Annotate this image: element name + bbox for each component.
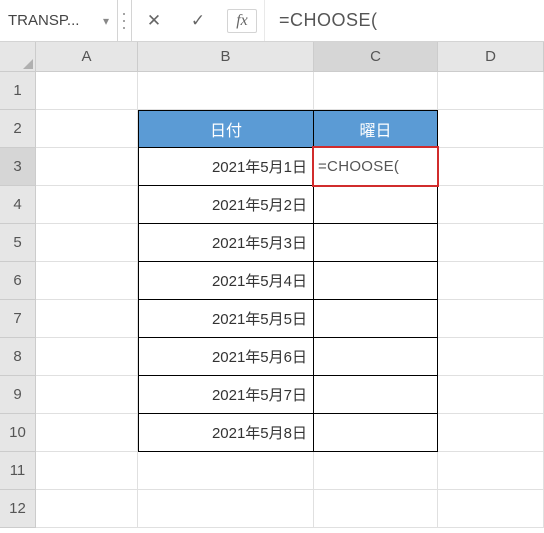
column-header-row: A B C D [0,42,544,72]
cell-editor-text: =CHOOSE( [318,158,399,175]
cell-D1[interactable] [438,72,544,110]
cell-C10[interactable] [314,414,438,452]
cancel-button[interactable]: ✕ [132,0,176,41]
cell-A9[interactable] [36,376,138,414]
cell-B6[interactable]: 2021年5月4日 [138,262,314,300]
check-icon: ✓ [191,11,205,31]
cell-editor[interactable]: =CHOOSE( [314,148,437,185]
cell-B10[interactable]: 2021年5月8日 [138,414,314,452]
cell-A3[interactable] [36,148,138,186]
spreadsheet-window: TRANSP... ▾ ✕ ✓ fx =CHOOSE( A B C D [0,0,544,533]
cell-D4[interactable] [438,186,544,224]
column-header-C[interactable]: C [314,42,438,71]
row-4: 4 2021年5月2日 [0,186,544,224]
row-header-6[interactable]: 6 [0,262,36,300]
cell-C11[interactable] [314,452,438,490]
name-box-text: TRANSP... [8,12,79,29]
formula-bar-separator [118,0,132,41]
cell-D8[interactable] [438,338,544,376]
cell-B9[interactable]: 2021年5月7日 [138,376,314,414]
select-all-corner[interactable] [0,42,36,71]
cell-B8[interactable]: 2021年5月6日 [138,338,314,376]
cell-A1[interactable] [36,72,138,110]
row-header-8[interactable]: 8 [0,338,36,376]
cell-D6[interactable] [438,262,544,300]
insert-function-button[interactable]: fx [220,0,264,41]
column-header-A[interactable]: A [36,42,138,71]
row-5: 5 2021年5月3日 [0,224,544,262]
cell-C7[interactable] [314,300,438,338]
formula-bar-row: TRANSP... ▾ ✕ ✓ fx =CHOOSE( [0,0,544,42]
cell-A6[interactable] [36,262,138,300]
row-header-9[interactable]: 9 [0,376,36,414]
row-header-2[interactable]: 2 [0,110,36,148]
cell-B4[interactable]: 2021年5月2日 [138,186,314,224]
row-header-10[interactable]: 10 [0,414,36,452]
cell-A11[interactable] [36,452,138,490]
row-9: 9 2021年5月7日 [0,376,544,414]
row-header-1[interactable]: 1 [0,72,36,110]
drag-dots-icon [123,13,127,29]
cell-D12[interactable] [438,490,544,528]
cell-D3[interactable] [438,148,544,186]
row-6: 6 2021年5月4日 [0,262,544,300]
row-1: 1 [0,72,544,110]
row-12: 12 [0,490,544,528]
row-2: 2 日付 曜日 [0,110,544,148]
cell-A7[interactable] [36,300,138,338]
cell-A2[interactable] [36,110,138,148]
cell-C6[interactable] [314,262,438,300]
formula-bar-buttons: ✕ ✓ fx [132,0,264,41]
cell-B1[interactable] [138,72,314,110]
enter-button[interactable]: ✓ [176,0,220,41]
row-header-4[interactable]: 4 [0,186,36,224]
cell-B2-header-date[interactable]: 日付 [138,110,314,148]
cell-C1[interactable] [314,72,438,110]
cell-A8[interactable] [36,338,138,376]
name-box-dropdown-icon[interactable]: ▾ [103,14,109,28]
cell-B11[interactable] [138,452,314,490]
row-header-11[interactable]: 11 [0,452,36,490]
row-11: 11 [0,452,544,490]
cell-A10[interactable] [36,414,138,452]
row-7: 7 2021年5月5日 [0,300,544,338]
cell-B12[interactable] [138,490,314,528]
row-header-7[interactable]: 7 [0,300,36,338]
row-header-5[interactable]: 5 [0,224,36,262]
cell-C9[interactable] [314,376,438,414]
cell-B5[interactable]: 2021年5月3日 [138,224,314,262]
column-header-D[interactable]: D [438,42,544,71]
row-10: 10 2021年5月8日 [0,414,544,452]
cell-D7[interactable] [438,300,544,338]
column-header-B[interactable]: B [138,42,314,71]
row-8: 8 2021年5月6日 [0,338,544,376]
fx-icon: fx [227,9,257,33]
grid-area: 1 2 日付 曜日 3 2021年5月1日 4 2021年5月2日 [0,72,544,528]
x-icon: ✕ [147,11,161,31]
cell-C8[interactable] [314,338,438,376]
cell-A5[interactable] [36,224,138,262]
row-header-12[interactable]: 12 [0,490,36,528]
formula-input[interactable]: =CHOOSE( [264,0,544,41]
cell-D2[interactable] [438,110,544,148]
cell-B7[interactable]: 2021年5月5日 [138,300,314,338]
cell-C12[interactable] [314,490,438,528]
cell-A4[interactable] [36,186,138,224]
cell-C2-header-weekday[interactable]: 曜日 [314,110,438,148]
cell-A12[interactable] [36,490,138,528]
cell-D11[interactable] [438,452,544,490]
cell-C5[interactable] [314,224,438,262]
row-header-3[interactable]: 3 [0,148,36,186]
cell-D10[interactable] [438,414,544,452]
formula-input-text: =CHOOSE( [279,10,378,31]
cell-C4[interactable] [314,186,438,224]
row-3: 3 2021年5月1日 [0,148,544,186]
name-box[interactable]: TRANSP... ▾ [0,0,118,41]
cell-B3[interactable]: 2021年5月1日 [138,148,314,186]
cell-D9[interactable] [438,376,544,414]
cell-D5[interactable] [438,224,544,262]
